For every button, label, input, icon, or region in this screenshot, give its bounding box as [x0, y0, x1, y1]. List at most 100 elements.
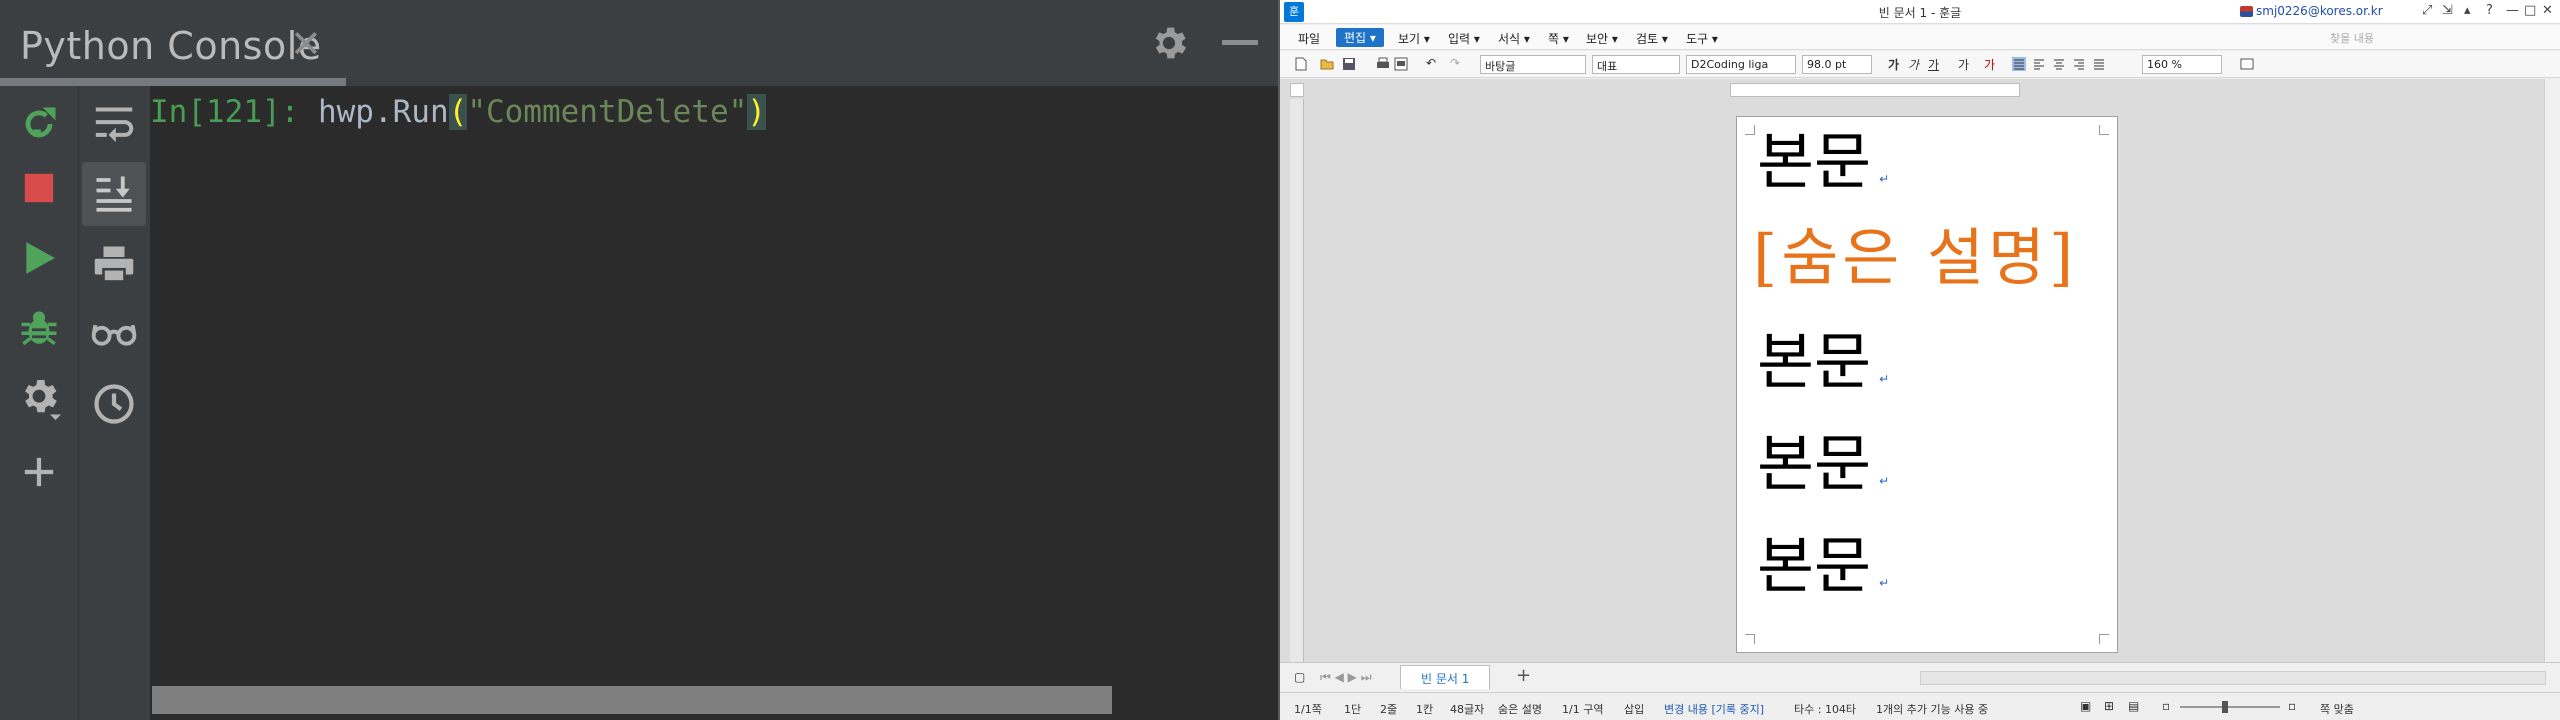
status-mode[interactable]: 삽입: [1624, 701, 1644, 717]
paragraph-4[interactable]: 본문 ↵: [1757, 433, 1889, 495]
stop-icon[interactable]: [7, 156, 71, 220]
status-addons[interactable]: 1개의 추가 기능 사용 중: [1876, 701, 1988, 717]
menu-view[interactable]: 보기 ▾: [1398, 30, 1430, 47]
paragraph-text: 본문: [1757, 427, 1872, 500]
style-font-select[interactable]: 바탕글: [1480, 55, 1586, 74]
console-toolbar-primary: [0, 86, 78, 720]
close-window-icon[interactable]: ✕: [2542, 3, 2553, 18]
save-icon[interactable]: [1342, 57, 1356, 71]
document-page[interactable]: 본문 ↵ [숨은 설명] 본문 ↵ 본문 ↵ 본문 ↵: [1736, 116, 2118, 653]
bold-icon[interactable]: 가: [1888, 56, 1899, 73]
menu-insert[interactable]: 입력 ▾: [1448, 30, 1480, 47]
menu-review[interactable]: 검토 ▾: [1636, 30, 1668, 47]
redo-icon[interactable]: ↷: [1450, 56, 1460, 70]
zoom-input[interactable]: 160 %: [2142, 55, 2222, 74]
align-right-icon[interactable]: [2072, 57, 2086, 71]
document-tab[interactable]: 빈 문서 1: [1400, 665, 1491, 689]
strikethrough-icon[interactable]: 가: [1958, 56, 1969, 73]
paragraph-3[interactable]: 본문 ↵: [1757, 331, 1889, 393]
italic-icon[interactable]: 가: [1908, 56, 1919, 73]
console-editor[interactable]: In[121]: hwp.Run("CommentDelete"): [150, 86, 1278, 720]
ruler-corner[interactable]: [1290, 83, 1304, 97]
menu-tools[interactable]: 도구 ▾: [1686, 30, 1718, 47]
console-input-line[interactable]: In[121]: hwp.Run("CommentDelete"): [150, 94, 766, 130]
print-preview-icon[interactable]: [1376, 57, 1390, 71]
font-size-unit: pt: [1835, 58, 1847, 71]
tab-nav-icon[interactable]: ⏮ ◀ ▶ ⏭: [1320, 670, 1372, 685]
font-size-input[interactable]: 98.0 pt: [1802, 55, 1872, 74]
font-color-icon[interactable]: 가: [1984, 56, 1995, 73]
menu-security[interactable]: 보안 ▾: [1586, 30, 1618, 47]
close-icon[interactable]: ✕: [290, 22, 322, 66]
history-icon[interactable]: [82, 372, 146, 436]
status-track-changes[interactable]: 변경 내용 [기록 중지]: [1664, 701, 1764, 717]
zoom-in-icon[interactable]: ▫: [2288, 699, 2296, 713]
fullscreen-icon[interactable]: ⤢: [2422, 3, 2432, 18]
normal-view-icon[interactable]: ▣: [2080, 699, 2091, 713]
font-name-value: D2Coding liga: [1691, 58, 1769, 71]
fit-page-button[interactable]: 쪽 맞춤: [2320, 701, 2354, 717]
print-icon[interactable]: [82, 232, 146, 296]
paragraph-text: 본문: [1757, 325, 1872, 398]
soft-wrap-icon[interactable]: [82, 92, 146, 156]
new-document-icon[interactable]: [1294, 57, 1308, 71]
menu-file[interactable]: 파일: [1298, 30, 1320, 47]
paragraph-text: 본문: [1757, 529, 1872, 602]
menu-format[interactable]: 서식 ▾: [1498, 30, 1530, 47]
style-font-value: 바탕글: [1485, 60, 1516, 73]
document-workspace[interactable]: 본문 ↵ [숨은 설명] 본문 ↵ 본문 ↵ 본문 ↵: [1280, 79, 2544, 674]
menu-edit[interactable]: 편집 ▾: [1336, 28, 1384, 47]
align-justify-icon[interactable]: [2012, 57, 2026, 71]
page-view-icon[interactable]: [2240, 57, 2254, 71]
status-bar: 1/1쪽 1단 2줄 1칸 48글자 숨은 설명 1/1 구역 삽입 변경 내용…: [1280, 692, 2560, 720]
help-icon[interactable]: ?: [2486, 3, 2493, 18]
web-view-icon[interactable]: ⊞: [2104, 699, 2114, 713]
vertical-scrollbar[interactable]: [2544, 79, 2560, 662]
status-col: 1칸: [1416, 703, 1434, 716]
minimize-window-icon[interactable]: —: [2506, 3, 2519, 18]
search-input[interactable]: 찾을 내용: [2330, 30, 2374, 46]
align-center-icon[interactable]: [2052, 57, 2066, 71]
underline-icon[interactable]: 가: [1928, 56, 1939, 73]
align-distribute-icon[interactable]: [2092, 57, 2106, 71]
status-column: 1단: [1344, 703, 1362, 716]
ribbon-toggle-icon[interactable]: ▴: [2464, 3, 2471, 18]
scroll-to-end-icon[interactable]: [82, 162, 146, 226]
open-folder-icon[interactable]: [1320, 57, 1334, 71]
settings-icon[interactable]: [7, 366, 71, 430]
hidden-comment-mark[interactable]: [숨은 설명]: [1753, 227, 2077, 289]
debug-icon[interactable]: [7, 296, 71, 360]
status-page[interactable]: 1/1쪽: [1294, 701, 1322, 717]
style-select[interactable]: 대표: [1592, 55, 1680, 74]
restore-layout-icon[interactable]: ⇲: [2442, 3, 2453, 18]
horizontal-ruler[interactable]: [1730, 83, 2020, 97]
show-variables-icon[interactable]: [82, 302, 146, 366]
add-tab-icon[interactable]: +: [1516, 665, 1531, 686]
maximize-window-icon[interactable]: □: [2524, 3, 2536, 18]
menu-bar: 파일 편집 ▾ 보기 ▾ 입력 ▾ 서식 ▾ 쪽 ▾ 보안 ▾ 검토 ▾ 도구 …: [1280, 25, 2560, 50]
minimize-icon[interactable]: [1222, 40, 1258, 45]
undo-icon[interactable]: ↶: [1426, 56, 1436, 70]
menu-page[interactable]: 쪽 ▾: [1548, 30, 1569, 47]
run-icon[interactable]: [7, 226, 71, 290]
zoom-slider-handle[interactable]: [2222, 701, 2228, 713]
vertical-ruler[interactable]: [1290, 99, 1304, 674]
rerun-icon[interactable]: [7, 92, 71, 156]
open-paren: (: [448, 94, 468, 130]
gear-icon[interactable]: [1148, 22, 1190, 69]
horizontal-scrollbar[interactable]: [152, 686, 1112, 714]
tab-list-icon[interactable]: ▢: [1294, 670, 1305, 684]
hidden-comment-text: [숨은 설명]: [1753, 221, 2078, 294]
user-account[interactable]: smj0226@kores.or.kr: [2256, 4, 2383, 18]
zoom-out-icon[interactable]: ▫: [2162, 699, 2170, 713]
add-icon[interactable]: [7, 440, 71, 504]
align-left-icon[interactable]: [2032, 57, 2046, 71]
horizontal-scrollbar[interactable]: [1920, 671, 2546, 685]
paragraph-1[interactable]: 본문 ↵: [1757, 131, 1889, 193]
page-view-toggle-icon[interactable]: ▤: [2128, 699, 2139, 713]
font-name-select[interactable]: D2Coding liga: [1686, 55, 1796, 74]
console-tab-title[interactable]: Python Console: [20, 24, 322, 68]
paragraph-5[interactable]: 본문 ↵: [1757, 535, 1889, 597]
print-icon[interactable]: [1394, 57, 1408, 71]
zoom-slider[interactable]: [2180, 706, 2280, 708]
